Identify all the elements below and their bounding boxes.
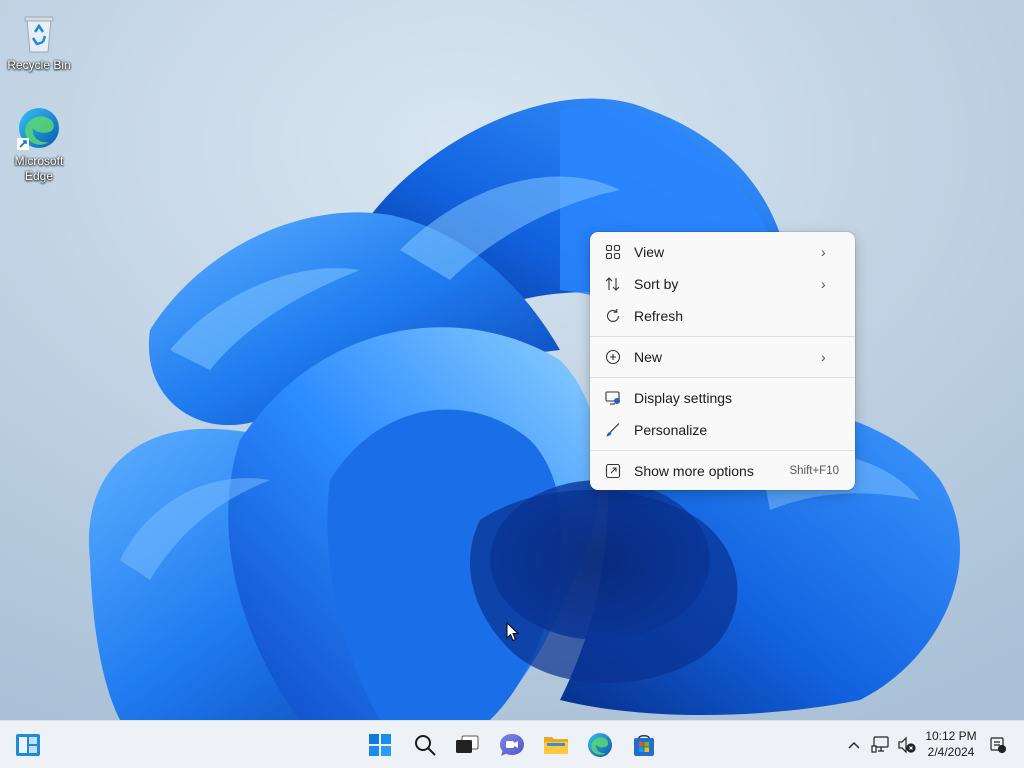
chevron-right-icon: › xyxy=(821,244,826,260)
menu-item-sort-by[interactable]: Sort by › xyxy=(594,268,851,300)
chat-icon xyxy=(500,734,524,756)
menu-separator xyxy=(590,377,855,378)
store-icon xyxy=(634,735,654,756)
task-view-icon xyxy=(456,735,479,753)
volume-button[interactable] xyxy=(895,731,919,759)
start-icon xyxy=(369,734,391,756)
menu-separator xyxy=(590,450,855,451)
file-explorer-button[interactable] xyxy=(542,731,570,759)
network-button[interactable] xyxy=(869,731,893,759)
recycle-bin-icon xyxy=(15,8,63,56)
menu-item-refresh[interactable]: Refresh xyxy=(594,300,851,332)
menu-item-label: Show more options xyxy=(634,463,754,479)
menu-item-view[interactable]: View › xyxy=(594,236,851,268)
menu-item-label: New xyxy=(634,349,663,365)
desktop-icon-recycle-bin[interactable]: Recycle Bin xyxy=(4,8,74,73)
menu-item-show-more-options[interactable]: Show more options Shift+F10 xyxy=(594,455,851,487)
menu-separator xyxy=(590,336,855,337)
desktop-context-menu: View › Sort by › Refresh New › Display s… xyxy=(590,232,855,490)
desktop[interactable]: Recycle Bin Microsoft Edge View › Sort b… xyxy=(0,0,1024,720)
menu-item-label: View xyxy=(634,244,665,260)
menu-item-label: Refresh xyxy=(634,308,684,324)
taskbar: 10:12 PM 2/4/2024 xyxy=(0,720,1024,768)
task-view-button[interactable] xyxy=(453,731,481,759)
store-button[interactable] xyxy=(630,731,658,759)
clock-time: 10:12 PM xyxy=(925,729,977,743)
search-icon xyxy=(415,735,436,756)
display-settings-icon xyxy=(604,389,622,407)
mouse-cursor-icon xyxy=(506,622,520,642)
menu-item-label: Personalize xyxy=(634,422,708,438)
menu-item-shortcut: Shift+F10 xyxy=(789,465,839,477)
start-button[interactable] xyxy=(366,731,394,759)
personalize-brush-icon xyxy=(604,421,622,439)
notifications-button[interactable] xyxy=(986,731,1010,759)
refresh-icon xyxy=(604,307,622,325)
desktop-icon-edge[interactable]: Microsoft Edge xyxy=(4,104,74,184)
desktop-icon-label: Microsoft Edge xyxy=(14,154,64,183)
clock-date: 2/4/2024 xyxy=(927,745,975,759)
chat-button[interactable] xyxy=(498,731,526,759)
edge-taskbar-button[interactable] xyxy=(586,731,614,759)
show-more-icon xyxy=(604,462,622,480)
menu-item-personalize[interactable]: Personalize xyxy=(594,414,851,446)
desktop-icon-label: Recycle Bin xyxy=(7,58,71,72)
wallpaper-bloom xyxy=(0,0,1024,720)
widgets-button[interactable] xyxy=(14,731,42,759)
chevron-right-icon: › xyxy=(821,276,826,292)
clock[interactable]: 10:12 PM 2/4/2024 xyxy=(921,728,981,760)
menu-item-display-settings[interactable]: Display settings xyxy=(594,382,851,414)
chevron-up-icon xyxy=(848,742,860,749)
network-icon xyxy=(871,736,889,753)
edge-icon xyxy=(15,104,63,152)
view-grid-icon xyxy=(604,243,622,261)
volume-muted-icon xyxy=(898,736,916,754)
search-button[interactable] xyxy=(411,731,439,759)
chevron-right-icon: › xyxy=(821,349,826,365)
menu-item-label: Display settings xyxy=(634,390,733,406)
file-explorer-icon xyxy=(544,737,568,754)
sort-icon xyxy=(604,275,622,293)
menu-item-new[interactable]: New › xyxy=(594,341,851,373)
notification-icon xyxy=(990,737,1007,754)
new-plus-icon xyxy=(604,348,622,366)
menu-item-label: Sort by xyxy=(634,276,679,292)
widgets-icon xyxy=(16,734,40,756)
show-hidden-icons-button[interactable] xyxy=(842,731,866,759)
edge-icon xyxy=(588,733,612,757)
